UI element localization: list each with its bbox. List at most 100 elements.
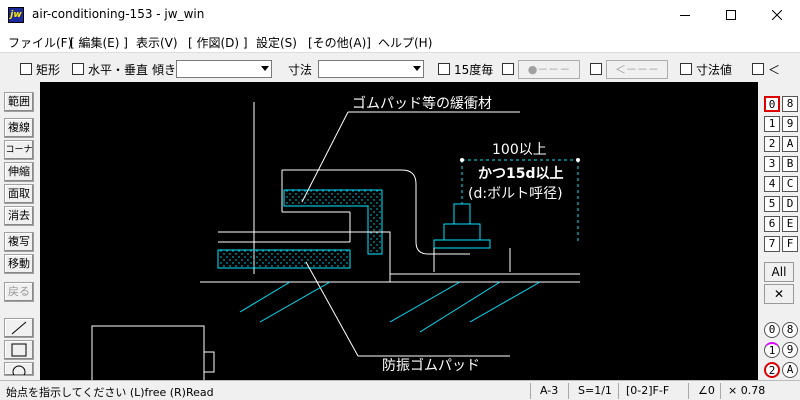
tool-stretch[interactable]: 伸縮	[4, 162, 34, 182]
status-divider	[688, 383, 689, 399]
tool-circle[interactable]	[4, 362, 34, 376]
layer-group-1[interactable]: 1	[764, 116, 780, 132]
tool-copy[interactable]: 複写	[4, 232, 34, 252]
layer-2[interactable]: 2	[764, 362, 780, 378]
layer-group-0[interactable]: 0	[764, 96, 780, 112]
arrow-checkbox[interactable]	[590, 63, 602, 75]
lt-checkbox[interactable]	[752, 63, 764, 75]
rect-checkbox[interactable]	[20, 63, 32, 75]
status-divider	[530, 383, 531, 399]
layer-clear-button[interactable]: ✕	[764, 284, 794, 304]
status-divider	[720, 383, 721, 399]
window-title: air-conditioning-153 - jw_win	[32, 7, 205, 21]
layer-group-8[interactable]: 8	[782, 96, 798, 112]
tilt-combo[interactable]	[176, 60, 272, 78]
label-bolt: (d:ボルト呼径)	[468, 186, 563, 202]
layer-0[interactable]: 0	[764, 322, 780, 338]
tool-chamfer[interactable]: 面取	[4, 184, 34, 204]
lt-label: ＜	[768, 63, 781, 77]
maximize-icon	[726, 10, 736, 20]
layer-all-button[interactable]: All	[764, 262, 794, 282]
layer-1[interactable]: 1	[764, 342, 780, 358]
minimize-icon	[680, 14, 690, 16]
dim-combo[interactable]	[318, 60, 424, 78]
label-cushion: ゴムパッド等の緩衝材	[352, 95, 492, 112]
status-divider	[568, 383, 569, 399]
left-toolbar: 範囲 複線 コーナー 伸縮 面取 消去 複写 移動 戻る	[0, 82, 40, 380]
base-plate	[350, 231, 580, 275]
tool-move[interactable]: 移動	[4, 254, 34, 274]
drawing-canvas[interactable]: ゴムパッド等の緩衝材 100以上 かつ15d以上 (d:ボルト呼径) 防振ゴムパ…	[40, 82, 758, 380]
leader-top	[301, 111, 349, 203]
label-and: かつ15d以上	[478, 166, 564, 182]
rubber-pad-lower	[217, 249, 351, 269]
close-button[interactable]	[754, 0, 800, 30]
menu-file[interactable]: ファイル(F)	[8, 34, 72, 51]
rubber-pad-upper	[283, 189, 383, 255]
layer-toolbar: 0 8 1 9 2 A 3 B 4 C 5 D 6 E 7 F All ✕ 0 …	[758, 82, 800, 380]
tool-erase[interactable]: 消去	[4, 206, 34, 226]
leader-bottom	[305, 261, 359, 357]
status-ratio[interactable]: × 0.78	[728, 384, 765, 397]
tilt-label: 傾き	[152, 63, 177, 77]
menu-edit[interactable]: [ 編集(E) ]	[70, 34, 128, 51]
tool-undo[interactable]: 戻る	[4, 282, 34, 302]
dot-checkbox[interactable]	[502, 63, 514, 75]
title-bar: jw air-conditioning-153 - jw_win	[0, 0, 800, 30]
tool-offset[interactable]: 複線	[4, 118, 34, 138]
layer-group-9[interactable]: 9	[782, 116, 798, 132]
tool-line[interactable]	[4, 318, 34, 338]
layer-group-7[interactable]: 7	[764, 236, 780, 252]
dot-line-button[interactable]: ●－－－	[518, 60, 580, 79]
layer-group-2[interactable]: 2	[764, 136, 780, 152]
label-vibration-pad: 防振ゴムパッド	[382, 357, 480, 374]
menu-view[interactable]: 表示(V)	[136, 34, 178, 51]
deg15-label: 15度毎	[454, 63, 494, 77]
layer-group-a[interactable]: A	[782, 136, 798, 152]
layer-8[interactable]: 8	[782, 322, 798, 338]
layer-group-3[interactable]: 3	[764, 156, 780, 172]
dim-label: 寸法	[288, 63, 313, 77]
layer-group-4[interactable]: 4	[764, 176, 780, 192]
layer-group-5[interactable]: 5	[764, 196, 780, 212]
layer-a[interactable]: A	[782, 362, 798, 378]
layer-group-c[interactable]: C	[782, 176, 798, 192]
minimize-button[interactable]	[662, 0, 708, 30]
deg15-checkbox[interactable]	[438, 63, 450, 75]
status-sheet[interactable]: A-3	[540, 384, 558, 397]
tool-corner[interactable]: コーナー	[4, 140, 34, 173]
layer-group-6[interactable]: 6	[764, 216, 780, 232]
bolt-shaft	[453, 203, 471, 225]
line-icon	[11, 321, 27, 335]
arrow-line-button[interactable]: ＜－－－	[606, 60, 668, 79]
status-layer[interactable]: [0-2]F-F	[626, 384, 669, 397]
layer-group-f[interactable]: F	[782, 236, 798, 252]
layer-group-d[interactable]: D	[782, 196, 798, 212]
dimval-checkbox[interactable]	[680, 63, 692, 75]
menu-other[interactable]: [その他(A)]	[308, 34, 371, 51]
rectangle-icon	[11, 343, 27, 357]
label-dim: 100以上	[492, 142, 547, 158]
menu-help[interactable]: ヘルプ(H)	[378, 34, 432, 51]
status-prompt: 始点を指示してください (L)free (R)Read	[6, 386, 214, 399]
equipment-box	[91, 325, 205, 380]
slab-hatch	[239, 281, 541, 333]
chevron-down-icon	[261, 66, 269, 71]
tool-range[interactable]: 範囲	[4, 92, 34, 112]
bolt-washer	[433, 239, 491, 249]
layer-group-b[interactable]: B	[782, 156, 798, 172]
layer-9[interactable]: 9	[782, 342, 798, 358]
menu-draw[interactable]: [ 作図(D) ]	[188, 34, 248, 51]
bolt-nut	[443, 223, 481, 241]
maximize-button[interactable]	[708, 0, 754, 30]
layer-group-e[interactable]: E	[782, 216, 798, 232]
app-icon: jw	[8, 7, 24, 23]
status-divider	[618, 383, 619, 399]
status-scale[interactable]: S=1/1	[578, 384, 612, 397]
tool-rect[interactable]	[4, 340, 34, 360]
menu-bar: ファイル(F) [ 編集(E) ] 表示(V) [ 作図(D) ] 設定(S) …	[0, 30, 800, 52]
hv-checkbox[interactable]	[72, 63, 84, 75]
chevron-down-icon	[413, 66, 421, 71]
status-angle[interactable]: ∠0	[698, 384, 715, 397]
menu-settings[interactable]: 設定(S)	[256, 34, 297, 51]
